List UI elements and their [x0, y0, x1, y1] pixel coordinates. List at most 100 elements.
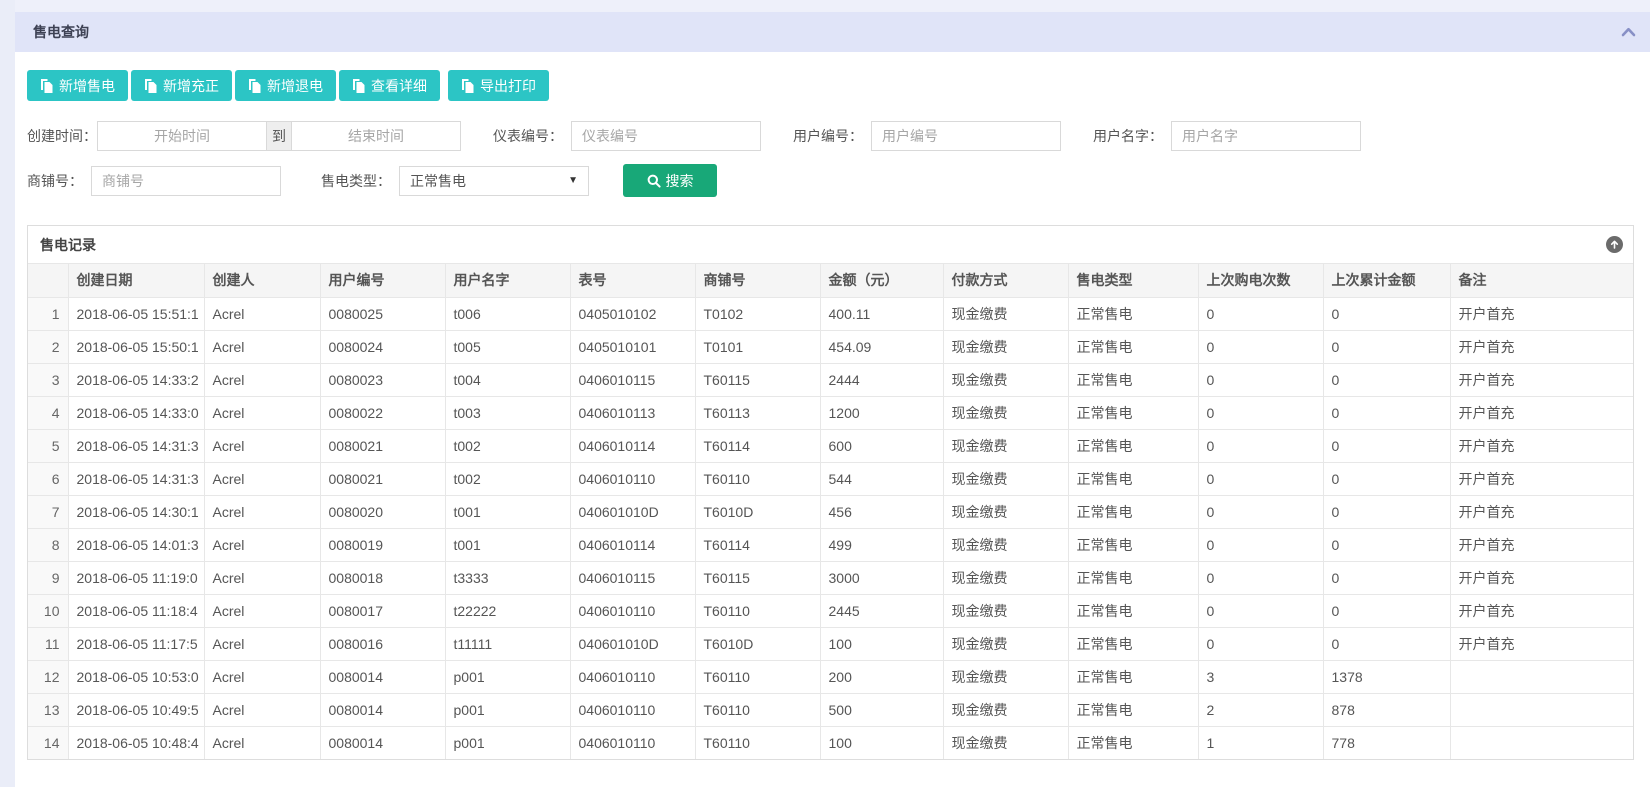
table-cell: 0 [1323, 330, 1450, 363]
table-cell: 2445 [820, 594, 943, 627]
button-label: 查看详细 [371, 76, 427, 96]
add-sale-button[interactable]: 新增售电 [27, 70, 128, 101]
table-cell: Acrel [204, 396, 320, 429]
table-cell: T60110 [695, 726, 820, 759]
row-index: 8 [28, 528, 68, 561]
table-cell: 0406010114 [570, 528, 695, 561]
table-cell: 0080014 [320, 726, 445, 759]
table-cell: t001 [445, 495, 570, 528]
table-cell: 3000 [820, 561, 943, 594]
top-strip [0, 0, 1650, 12]
table-cell: p001 [445, 726, 570, 759]
table-cell: 现金缴费 [943, 594, 1068, 627]
table-cell: 0406010115 [570, 561, 695, 594]
meter-no-input[interactable] [571, 121, 761, 151]
table-cell [1450, 660, 1633, 693]
row-index: 4 [28, 396, 68, 429]
table-row[interactable]: 22018-06-05 15:50:1Acrel0080024t00504050… [28, 330, 1633, 363]
table-cell: 878 [1323, 693, 1450, 726]
table-cell: 0 [1198, 627, 1323, 660]
panel-title: 售电记录 [40, 235, 96, 255]
table-cell [1450, 693, 1633, 726]
table-row[interactable]: 42018-06-05 14:33:0Acrel0080022t00304060… [28, 396, 1633, 429]
table-row[interactable]: 72018-06-05 14:30:1Acrel0080020t00104060… [28, 495, 1633, 528]
column-header: 上次累计金额 [1323, 264, 1450, 297]
start-time-input[interactable] [97, 121, 267, 151]
table-row[interactable]: 102018-06-05 11:18:4Acrel0080017t2222204… [28, 594, 1633, 627]
table-cell: T60110 [695, 693, 820, 726]
column-header: 金额（元） [820, 264, 943, 297]
table-cell: 1200 [820, 396, 943, 429]
table-row[interactable]: 122018-06-05 10:53:0Acrel0080014p0010406… [28, 660, 1633, 693]
view-detail-button[interactable]: 查看详细 [339, 70, 440, 101]
table-cell: 现金缴费 [943, 396, 1068, 429]
column-header: 售电类型 [1068, 264, 1198, 297]
table-row[interactable]: 52018-06-05 14:31:3Acrel0080021t00204060… [28, 429, 1633, 462]
table-header-row: 创建日期创建人用户编号用户名字表号商铺号金额（元）付款方式售电类型上次购电次数上… [28, 264, 1633, 297]
to-label: 到 [267, 121, 291, 151]
table-cell: 正常售电 [1068, 297, 1198, 330]
table-cell: 现金缴费 [943, 693, 1068, 726]
shop-no-input[interactable] [91, 166, 281, 196]
table-cell: 开户首充 [1450, 363, 1633, 396]
table-row[interactable]: 12018-06-05 15:51:1Acrel0080025t00604050… [28, 297, 1633, 330]
search-button[interactable]: 搜索 [623, 164, 717, 197]
table-cell: Acrel [204, 363, 320, 396]
table-cell: 现金缴费 [943, 297, 1068, 330]
table-cell: 2444 [820, 363, 943, 396]
end-time-input[interactable] [291, 121, 461, 151]
table-cell: T0101 [695, 330, 820, 363]
table-cell: Acrel [204, 594, 320, 627]
table-cell: 正常售电 [1068, 330, 1198, 363]
button-label: 导出打印 [480, 76, 536, 96]
table-row[interactable]: 62018-06-05 14:31:3Acrel0080021t00204060… [28, 462, 1633, 495]
table-row[interactable]: 32018-06-05 14:33:2Acrel0080023t00404060… [28, 363, 1633, 396]
table-cell: 0406010110 [570, 693, 695, 726]
table-row[interactable]: 82018-06-05 14:01:3Acrel0080019t00104060… [28, 528, 1633, 561]
button-label: 新增充正 [163, 76, 219, 96]
table-row[interactable]: 132018-06-05 10:49:5Acrel0080014p0010406… [28, 693, 1633, 726]
table-cell: 开户首充 [1450, 561, 1633, 594]
table-body: 12018-06-05 15:51:1Acrel0080025t00604050… [28, 297, 1633, 759]
table-cell: 0 [1323, 561, 1450, 594]
table-cell: p001 [445, 693, 570, 726]
table-cell: 2018-06-05 14:33:0 [68, 396, 204, 429]
row-index: 3 [28, 363, 68, 396]
left-edge-strip [0, 0, 15, 787]
table-cell: 040601010D [570, 627, 695, 660]
page-title: 售电查询 [33, 22, 89, 42]
table-cell: 现金缴费 [943, 627, 1068, 660]
sale-type-label: 售电类型： [321, 171, 391, 191]
panel-header: 售电记录 [28, 226, 1633, 264]
collapse-panel-button[interactable] [1621, 27, 1636, 37]
table-cell: t004 [445, 363, 570, 396]
user-name-label: 用户名字： [1093, 126, 1163, 146]
add-refund-button[interactable]: 新增退电 [235, 70, 336, 101]
table-cell: Acrel [204, 297, 320, 330]
table-cell: 0080020 [320, 495, 445, 528]
table-cell: 0080018 [320, 561, 445, 594]
table-cell: 开户首充 [1450, 396, 1633, 429]
table-cell: T60110 [695, 660, 820, 693]
table-row[interactable]: 92018-06-05 11:19:0Acrel0080018t33330406… [28, 561, 1633, 594]
table-cell: 544 [820, 462, 943, 495]
table-cell: 0 [1198, 363, 1323, 396]
row-index: 9 [28, 561, 68, 594]
table-cell: 开户首充 [1450, 627, 1633, 660]
table-row[interactable]: 142018-06-05 10:48:4Acrel0080014p0010406… [28, 726, 1633, 759]
table-cell: 正常售电 [1068, 396, 1198, 429]
user-name-input[interactable] [1171, 121, 1361, 151]
table-cell: T6010D [695, 495, 820, 528]
add-correction-button[interactable]: 新增充正 [131, 70, 232, 101]
table-cell: T60114 [695, 528, 820, 561]
sale-type-select[interactable]: 正常售电 ▼ [399, 166, 589, 196]
panel-collapse-button[interactable] [1606, 236, 1623, 253]
row-index: 13 [28, 693, 68, 726]
table-cell: 0406010110 [570, 726, 695, 759]
table-cell: 2018-06-05 10:49:5 [68, 693, 204, 726]
table-cell: 0 [1323, 627, 1450, 660]
table-cell: t002 [445, 429, 570, 462]
export-print-button[interactable]: 导出打印 [448, 70, 549, 101]
user-no-input[interactable] [871, 121, 1061, 151]
table-row[interactable]: 112018-06-05 11:17:5Acrel0080016t1111104… [28, 627, 1633, 660]
